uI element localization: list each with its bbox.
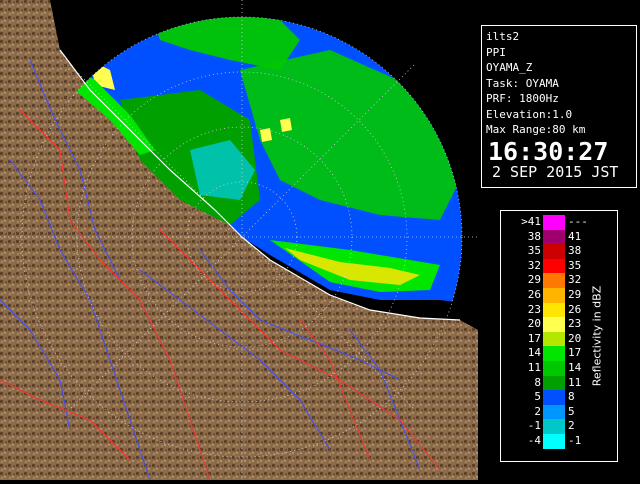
- info-line-task: Task: OYAMA: [486, 76, 559, 90]
- info-line-prf: PRF: 1800Hz: [486, 92, 559, 105]
- legend-swatch: [543, 361, 565, 376]
- legend-upper-bound: 8: [568, 390, 575, 404]
- side-panel: ilts2 PPI OYAMA_Z Task: OYAMA PRF: 1800H…: [478, 0, 640, 480]
- legend-swatch: [543, 258, 565, 274]
- legend-swatch: [543, 404, 565, 420]
- legend-swatch: [543, 346, 565, 361]
- legend-upper-bound: ---: [568, 215, 588, 228]
- legend-swatch: [543, 331, 565, 347]
- legend-row: 38 41: [501, 229, 617, 245]
- legend-lower-bound: 2: [534, 404, 541, 418]
- legend-swatch: [543, 375, 565, 391]
- color-legend: >41 --- 38 41 35 38 32 35 29 32 26 29 23 26 20 23 17 20 14…: [500, 210, 618, 462]
- legend-swatch: [543, 419, 565, 434]
- legend-lower-bound: 11: [527, 361, 541, 374]
- legend-title: Reflectivity in dBZ: [590, 285, 604, 387]
- legend-lower-bound: 29: [527, 273, 541, 287]
- legend-upper-bound: 5: [568, 404, 575, 418]
- legend-row: 35 38: [501, 244, 617, 259]
- legend-lower-bound: 14: [527, 346, 541, 360]
- legend-lower-bound: -1: [527, 419, 541, 433]
- legend-upper-bound: 38: [568, 244, 582, 258]
- legend-swatch: [543, 215, 565, 230]
- info-line-elevation: Elevation:1.0: [486, 107, 573, 121]
- legend-swatch: [543, 302, 565, 318]
- legend-row: 58: [501, 390, 617, 405]
- observation-time: 16:30:27: [488, 136, 609, 166]
- legend-lower-bound: -4: [527, 434, 541, 447]
- legend-lower-bound: 26: [527, 288, 541, 301]
- legend-upper-bound: 2: [568, 419, 575, 433]
- legend-row: -4 -1: [501, 434, 617, 449]
- legend-swatch: [543, 434, 565, 449]
- legend-lower-bound: 23: [527, 302, 541, 316]
- legend-lower-bound: 35: [527, 244, 541, 258]
- legend-row: 32 35: [501, 258, 617, 274]
- legend-lower-bound: 8: [534, 375, 541, 389]
- info-line-scan-type: PPI: [486, 45, 506, 59]
- radar-map[interactable]: [0, 0, 478, 481]
- legend-lower-bound: >41: [521, 215, 541, 228]
- radar-info-box: ilts2 PPI OYAMA_Z Task: OYAMA PRF: 1800H…: [481, 25, 637, 188]
- legend-lower-bound: 20: [527, 317, 541, 331]
- legend-swatch: [543, 244, 565, 259]
- info-line-max-range: Max Range:80 km: [486, 123, 586, 136]
- legend-lower-bound: 17: [527, 331, 541, 345]
- radar-ppi-image: [0, 0, 478, 481]
- info-line-product: OYAMA_Z: [486, 61, 533, 74]
- legend-row: 25: [501, 404, 617, 420]
- legend-swatch: [543, 390, 565, 405]
- legend-lower-bound: 32: [527, 258, 541, 272]
- legend-upper-bound: -1: [568, 434, 582, 447]
- legend-row: -1 2: [501, 419, 617, 434]
- legend-swatch: [543, 288, 565, 303]
- legend-swatch: [543, 273, 565, 288]
- legend-swatch: [543, 317, 565, 332]
- legend-lower-bound: 5: [534, 390, 541, 404]
- legend-swatch: [543, 229, 565, 245]
- info-line-product-id: ilts2: [486, 30, 520, 43]
- legend-upper-bound: 41: [568, 229, 582, 243]
- legend-lower-bound: 38: [527, 229, 541, 243]
- legend-row: >41 ---: [501, 215, 617, 230]
- legend-upper-bound: 35: [568, 258, 582, 272]
- observation-date: 2 SEP 2015 JST: [492, 162, 619, 181]
